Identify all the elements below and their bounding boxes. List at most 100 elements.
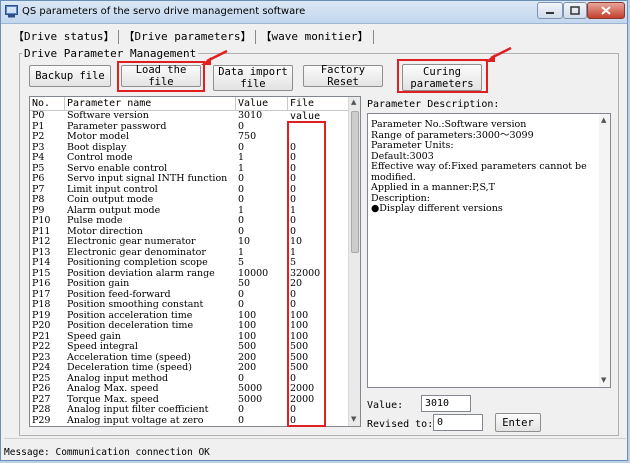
scrollbar-thumb[interactable] bbox=[351, 111, 359, 253]
description-label: Parameter Description: bbox=[367, 99, 500, 110]
description-text: Parameter No.:Software version Range of p… bbox=[368, 119, 610, 215]
cell-value: 10000 bbox=[238, 268, 269, 279]
cell-no: P3 bbox=[32, 142, 45, 153]
red-arrow-icon bbox=[485, 46, 512, 62]
tab-divider bbox=[118, 30, 120, 44]
description-line: Parameter Units: bbox=[371, 140, 454, 151]
cell-value: 0 bbox=[238, 226, 245, 237]
cell-value: 0 bbox=[238, 195, 245, 205]
cell-value: 500 bbox=[238, 342, 257, 352]
scroll-down-icon[interactable]: ▼ bbox=[351, 415, 356, 423]
cell-no: P17 bbox=[32, 289, 51, 300]
cell-no: P15 bbox=[32, 268, 51, 279]
window-title: QS parameters of the servo drive managem… bbox=[22, 6, 306, 17]
cell-name: Position feed-forward bbox=[67, 289, 171, 300]
column-header-name[interactable]: Parameter name bbox=[65, 97, 236, 110]
cell-value: 0 bbox=[238, 174, 245, 184]
cell-name: Position smoothing constant bbox=[67, 300, 204, 310]
status-message: Message: Communication connection OK bbox=[4, 447, 210, 458]
tab-divider bbox=[255, 30, 257, 44]
app-icon bbox=[5, 5, 18, 18]
scroll-up-icon[interactable]: ▲ bbox=[601, 116, 606, 124]
cell-no: P16 bbox=[32, 279, 51, 289]
factory-reset-button[interactable]: Factory Reset bbox=[303, 64, 383, 88]
cell-name: Speed integral bbox=[67, 342, 138, 352]
scroll-up-icon[interactable]: ▲ bbox=[351, 98, 356, 106]
cell-name: Boot display bbox=[67, 142, 127, 153]
cell-name: Coin output mode bbox=[67, 195, 154, 205]
description-line: Effective way of:Fixed parameters cannot… bbox=[371, 161, 587, 172]
table-scrollbar[interactable]: ▲ ▼ bbox=[348, 97, 360, 426]
cell-value: 100 bbox=[238, 331, 257, 342]
cell-name: Speed gain bbox=[67, 331, 121, 342]
maximize-button[interactable] bbox=[563, 2, 587, 19]
cell-name: Position deceleration time bbox=[67, 321, 194, 331]
cell-no: P22 bbox=[32, 342, 51, 352]
cell-value: 100 bbox=[238, 310, 257, 321]
close-button[interactable] bbox=[587, 2, 625, 19]
cell-no: P29 bbox=[32, 415, 51, 426]
cell-no: P27 bbox=[32, 394, 51, 405]
column-header-file-value[interactable]: File value bbox=[288, 97, 350, 122]
revised-to-input[interactable]: 0 bbox=[433, 414, 483, 431]
cell-name: Servo enable control bbox=[67, 163, 168, 174]
table-row[interactable]: P0 Software version 3010 bbox=[30, 111, 350, 122]
cell-no: P21 bbox=[32, 331, 51, 342]
backup-file-button[interactable]: Backup file bbox=[29, 65, 111, 87]
cell-name: Analog input filter coefficient bbox=[67, 405, 209, 415]
cell-name: Analog Max. speed bbox=[67, 384, 159, 394]
cell-no: P24 bbox=[32, 363, 51, 373]
enter-button[interactable]: Enter bbox=[495, 413, 541, 432]
value-label: Value: bbox=[367, 400, 404, 411]
cell-no: P2 bbox=[32, 132, 45, 142]
cell-no: P25 bbox=[32, 373, 51, 384]
cell-no: P7 bbox=[32, 184, 45, 195]
cell-value: 0 bbox=[238, 184, 245, 195]
scroll-down-icon[interactable]: ▼ bbox=[601, 376, 606, 384]
column-header-no[interactable]: No. bbox=[30, 97, 65, 110]
tab-drive-status[interactable]: 【Drive status】 bbox=[11, 28, 116, 44]
column-header-value[interactable]: Value bbox=[236, 97, 288, 110]
cell-name: Torque Max. speed bbox=[67, 394, 159, 405]
description-scrollbar[interactable]: ▲ ▼ bbox=[599, 114, 610, 387]
description-line: Parameter No.:Software version bbox=[371, 119, 527, 130]
cell-no: P23 bbox=[32, 352, 51, 363]
tab-divider bbox=[372, 30, 374, 44]
cell-value: 750 bbox=[238, 132, 257, 142]
maximize-icon bbox=[570, 6, 580, 15]
cell-no: P18 bbox=[32, 300, 51, 310]
cell-value: 5000 bbox=[238, 394, 263, 405]
cell-value: 0 bbox=[238, 415, 245, 426]
cell-value: 1 bbox=[238, 163, 245, 174]
title-bar[interactable]: QS parameters of the servo drive managem… bbox=[1, 1, 627, 24]
cell-value: 3010 bbox=[238, 111, 263, 121]
cell-value: 1 bbox=[238, 247, 245, 258]
cell-value: 0 bbox=[238, 121, 245, 132]
cell-value: 0 bbox=[238, 216, 245, 226]
cell-value: 100 bbox=[238, 321, 257, 331]
app-window: QS parameters of the servo drive managem… bbox=[0, 0, 628, 461]
cell-value: 10 bbox=[238, 237, 251, 247]
cell-no: P8 bbox=[32, 195, 45, 205]
cell-no: P5 bbox=[32, 163, 45, 174]
revised-to-label: Revised to: bbox=[367, 419, 434, 430]
cell-name: Limit input control bbox=[67, 184, 158, 195]
description-box[interactable]: Parameter No.:Software version Range of p… bbox=[367, 113, 611, 388]
data-import-button[interactable]: Data import file bbox=[213, 65, 293, 91]
minimize-button[interactable] bbox=[537, 2, 563, 19]
cell-name: Software version bbox=[67, 111, 149, 121]
cell-name: Acceleration time (speed) bbox=[67, 352, 191, 363]
cell-value: 5 bbox=[238, 258, 245, 268]
cell-value: 0 bbox=[238, 300, 245, 310]
tab-drive-parameters[interactable]: 【Drive parameters】 bbox=[121, 28, 253, 44]
cell-name: Control mode bbox=[67, 153, 133, 163]
description-line: Applied in a manner:P,S,T bbox=[371, 182, 495, 193]
cell-name: Position acceleration time bbox=[67, 310, 193, 321]
cell-value: 0 bbox=[238, 405, 245, 415]
cell-name: Analog input voltage at zero bbox=[67, 415, 204, 426]
cell-name: Electronic gear denominator bbox=[67, 247, 206, 258]
tab-wave-monitor[interactable]: 【wave monitier】 bbox=[258, 28, 370, 44]
cell-no: P14 bbox=[32, 258, 51, 268]
red-arrow-icon bbox=[201, 49, 228, 65]
value-field[interactable]: 3010 bbox=[421, 395, 471, 412]
